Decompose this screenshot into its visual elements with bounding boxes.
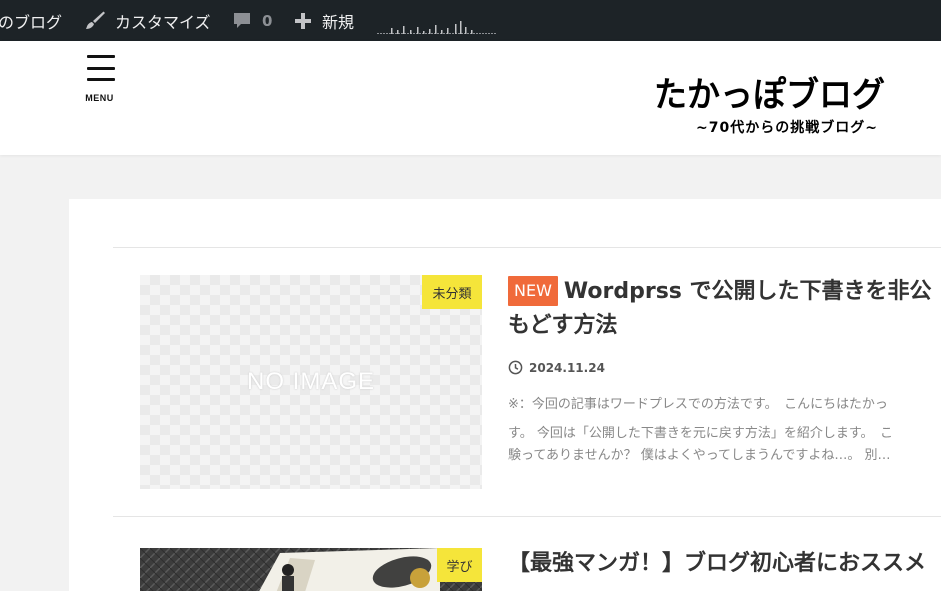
post-title-line1: Wordprss で公開した下書きを非公 <box>563 279 932 304</box>
new-label: 新規 <box>322 12 355 32</box>
post-date-text: 2024.11.24 <box>529 360 605 375</box>
clock-icon <box>508 360 523 375</box>
admin-bar: のブログ カスタマイズ 0 新規 <box>0 0 941 41</box>
admin-bar-new[interactable]: 新規 <box>294 0 354 41</box>
site-header: MENU たかっぽブログ ~70代からの挑戦ブログ~ <box>0 41 941 155</box>
admin-bar-comments[interactable]: 0 <box>232 0 272 41</box>
post-title[interactable]: 【最強マンガ！】ブログ初心者におススメ <box>508 547 926 581</box>
post-title-line2[interactable]: もどす方法 <box>508 309 618 343</box>
menu-label: MENU <box>85 93 114 103</box>
manga-cover-image <box>140 548 482 591</box>
customize-label: カスタマイズ <box>115 12 211 32</box>
post-date: 2024.11.24 <box>508 360 605 375</box>
post-divider <box>113 516 941 517</box>
category-badge[interactable]: 未分類 <box>422 275 482 309</box>
category-badge[interactable]: 学び <box>437 548 482 582</box>
logo-title: たかっぽブログ <box>654 74 885 115</box>
brush-icon <box>86 11 105 29</box>
post-excerpt-line: ※：今回の記事はワードプレスでの方法です。 こんにちはたかっ <box>508 397 888 412</box>
post-thumbnail-manga[interactable] <box>140 548 482 591</box>
post-title[interactable]: NEW Wordprss で公開した下書きを非公 <box>508 275 932 309</box>
stats-sparkline-icon[interactable] <box>377 18 497 34</box>
plus-icon <box>295 12 311 29</box>
site-logo[interactable]: たかっぽブログ ~70代からの挑戦ブログ~ <box>654 74 885 137</box>
comments-count: 0 <box>262 11 273 30</box>
logo-subtitle: ~70代からの挑戦ブログ~ <box>696 120 878 136</box>
admin-bar-customize[interactable]: カスタマイズ <box>83 0 211 41</box>
post-excerpt-line: 験ってありませんか？ 僕はよくやってしまうんですよね…。 別… <box>508 448 891 463</box>
top-divider <box>113 247 941 248</box>
hamburger-menu-icon <box>87 55 115 81</box>
new-badge: NEW <box>508 276 558 306</box>
comment-icon <box>234 12 250 28</box>
admin-bar-site-name[interactable]: のブログ <box>0 0 62 41</box>
menu-button[interactable]: MENU <box>84 55 118 103</box>
